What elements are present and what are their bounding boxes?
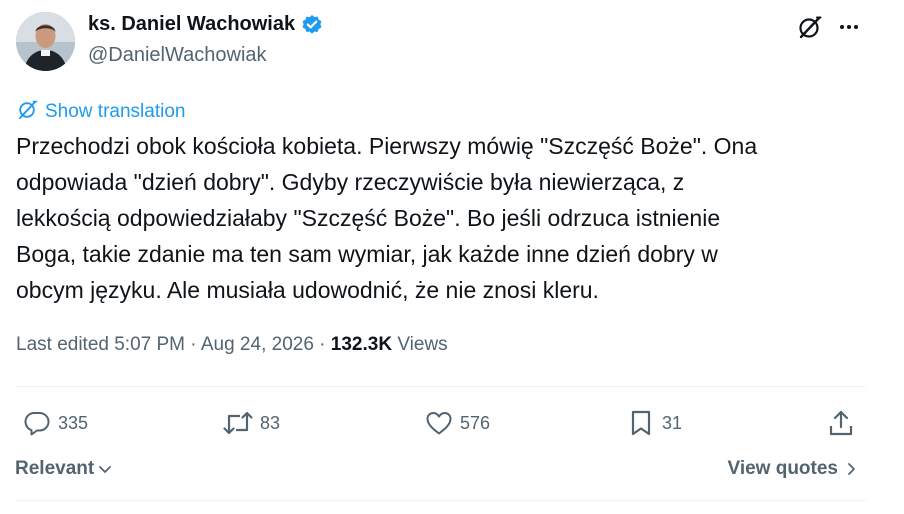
repost-count: 83 — [260, 412, 281, 433]
meta-separator: · — [185, 334, 201, 355]
bookmark-count: 31 — [662, 412, 683, 433]
tweet-text: Przechodzi obok kościoła kobieta. Pierws… — [16, 133, 758, 303]
show-translation-link[interactable]: Show translation — [17, 98, 185, 126]
views-count: 132.3K — [330, 334, 393, 355]
chevron-right-icon — [848, 463, 855, 475]
bookmark-button[interactable]: 31 — [626, 406, 682, 440]
reply-count: 335 — [58, 412, 89, 433]
repost-button[interactable]: 83 — [222, 406, 280, 440]
view-quotes-link[interactable]: View quotes — [727, 458, 860, 480]
divider — [16, 500, 866, 501]
sort-replies-dropdown[interactable]: Relevant — [15, 458, 114, 480]
author-name[interactable]: ks. Daniel Wachowiak — [88, 13, 295, 36]
divider — [16, 386, 866, 387]
like-button[interactable]: 576 — [424, 406, 490, 440]
view-quotes-label[interactable]: View quotes — [727, 458, 838, 480]
like-count: 576 — [460, 412, 491, 433]
repost-icon — [223, 411, 253, 435]
author-handle[interactable]: @DanielWachowiak — [88, 44, 267, 67]
share-button[interactable] — [826, 406, 856, 440]
reply-button[interactable]: 335 — [22, 406, 88, 440]
meta-separator: · — [313, 334, 331, 355]
avatar-image — [16, 12, 75, 71]
views-label: Views — [397, 334, 448, 355]
tweet: ks. Daniel Wachowiak @DanielWachowiak Sh… — [0, 0, 904, 514]
show-translation-label[interactable]: Show translation — [45, 101, 185, 123]
avatar[interactable] — [16, 12, 75, 71]
reply-icon — [24, 412, 50, 436]
bookmark-icon — [631, 410, 651, 436]
author-name-row[interactable]: ks. Daniel Wachowiak — [88, 13, 323, 36]
chevron-down-icon — [99, 466, 112, 473]
sort-label[interactable]: Relevant — [15, 458, 94, 480]
tweet-date[interactable]: Aug 24, 2026 — [201, 334, 314, 355]
grok-icon[interactable] — [795, 12, 825, 42]
verified-badge-icon[interactable] — [301, 14, 323, 36]
tweet-meta: Last edited 5:07 PM · Aug 24, 2026 · 132… — [16, 334, 448, 356]
heart-icon — [426, 412, 452, 435]
share-icon — [829, 410, 853, 436]
edited-label[interactable]: Last edited 5:07 PM — [16, 334, 185, 355]
translate-icon — [17, 98, 39, 126]
more-icon[interactable] — [834, 12, 864, 42]
